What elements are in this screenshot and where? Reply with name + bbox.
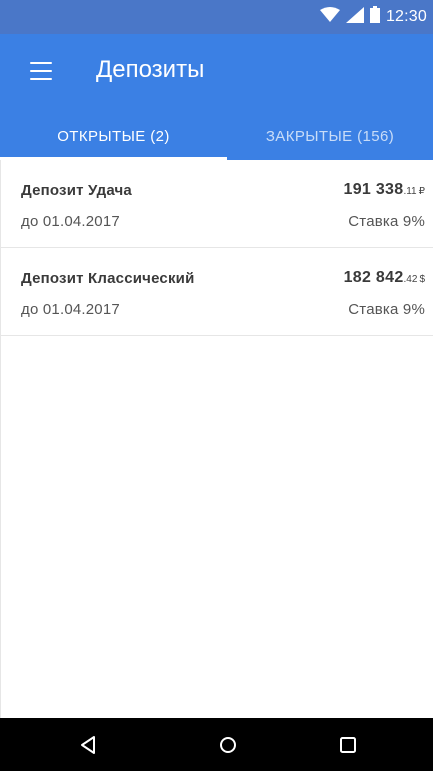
currency-symbol: $ — [419, 274, 425, 285]
deposit-item-classic[interactable]: Депозит Классический до 01.04.2017 182 8… — [1, 248, 433, 336]
amount-cents: .42 — [403, 274, 418, 285]
recents-icon[interactable] — [336, 733, 360, 757]
signal-icon — [345, 6, 364, 28]
amount-cents: .11 — [403, 186, 417, 197]
status-icons: 12:30 — [319, 6, 427, 28]
page-title: Депозиты — [96, 56, 205, 83]
tab-closed[interactable]: ЗАКРЫТЫЕ (156) — [227, 112, 433, 160]
wifi-icon — [319, 6, 340, 28]
deposit-name: Депозит Классический — [21, 270, 195, 287]
deposit-end-date: до 01.04.2017 — [21, 301, 120, 318]
deposit-amount: 191 338.11 ₽ — [344, 181, 425, 199]
app-bar: Депозиты ОТКРЫТЫЕ (2) ЗАКРЫТЫЕ (156) — [0, 34, 433, 160]
deposit-rate: Ставка 9% — [348, 301, 425, 318]
amount-main: 182 842 — [343, 269, 404, 286]
amount-main: 191 338 — [343, 181, 404, 198]
deposit-amount: 182 842.42 $ — [344, 269, 425, 287]
tab-open-label: ОТКРЫТЫЕ (2) — [57, 127, 170, 145]
deposit-name: Депозит Удача — [21, 182, 132, 199]
currency-symbol: ₽ — [418, 186, 425, 197]
tab-open[interactable]: ОТКРЫТЫЕ (2) — [0, 112, 227, 160]
status-time: 12:30 — [385, 8, 427, 25]
deposit-rate: Ставка 9% — [348, 213, 425, 230]
status-bar: 12:30 — [0, 0, 433, 34]
hamburger-menu-icon[interactable] — [30, 62, 52, 80]
navigation-bar — [0, 718, 433, 771]
battery-icon — [369, 6, 380, 28]
tab-closed-label: ЗАКРЫТЫЕ (156) — [265, 127, 395, 145]
deposit-end-date: до 01.04.2017 — [21, 213, 120, 230]
deposit-item-udacha[interactable]: Депозит Удача до 01.04.2017 191 338.11 ₽ … — [1, 160, 433, 248]
phone-screen: 12:30 Депозиты ОТКРЫТЫЕ (2) ЗАКРЫТЫЕ (15… — [0, 0, 433, 771]
home-icon[interactable] — [216, 733, 240, 757]
deposit-list: Депозит Удача до 01.04.2017 191 338.11 ₽ … — [0, 160, 433, 718]
back-icon[interactable] — [76, 733, 100, 757]
tab-bar: ОТКРЫТЫЕ (2) ЗАКРЫТЫЕ (156) — [0, 112, 433, 160]
